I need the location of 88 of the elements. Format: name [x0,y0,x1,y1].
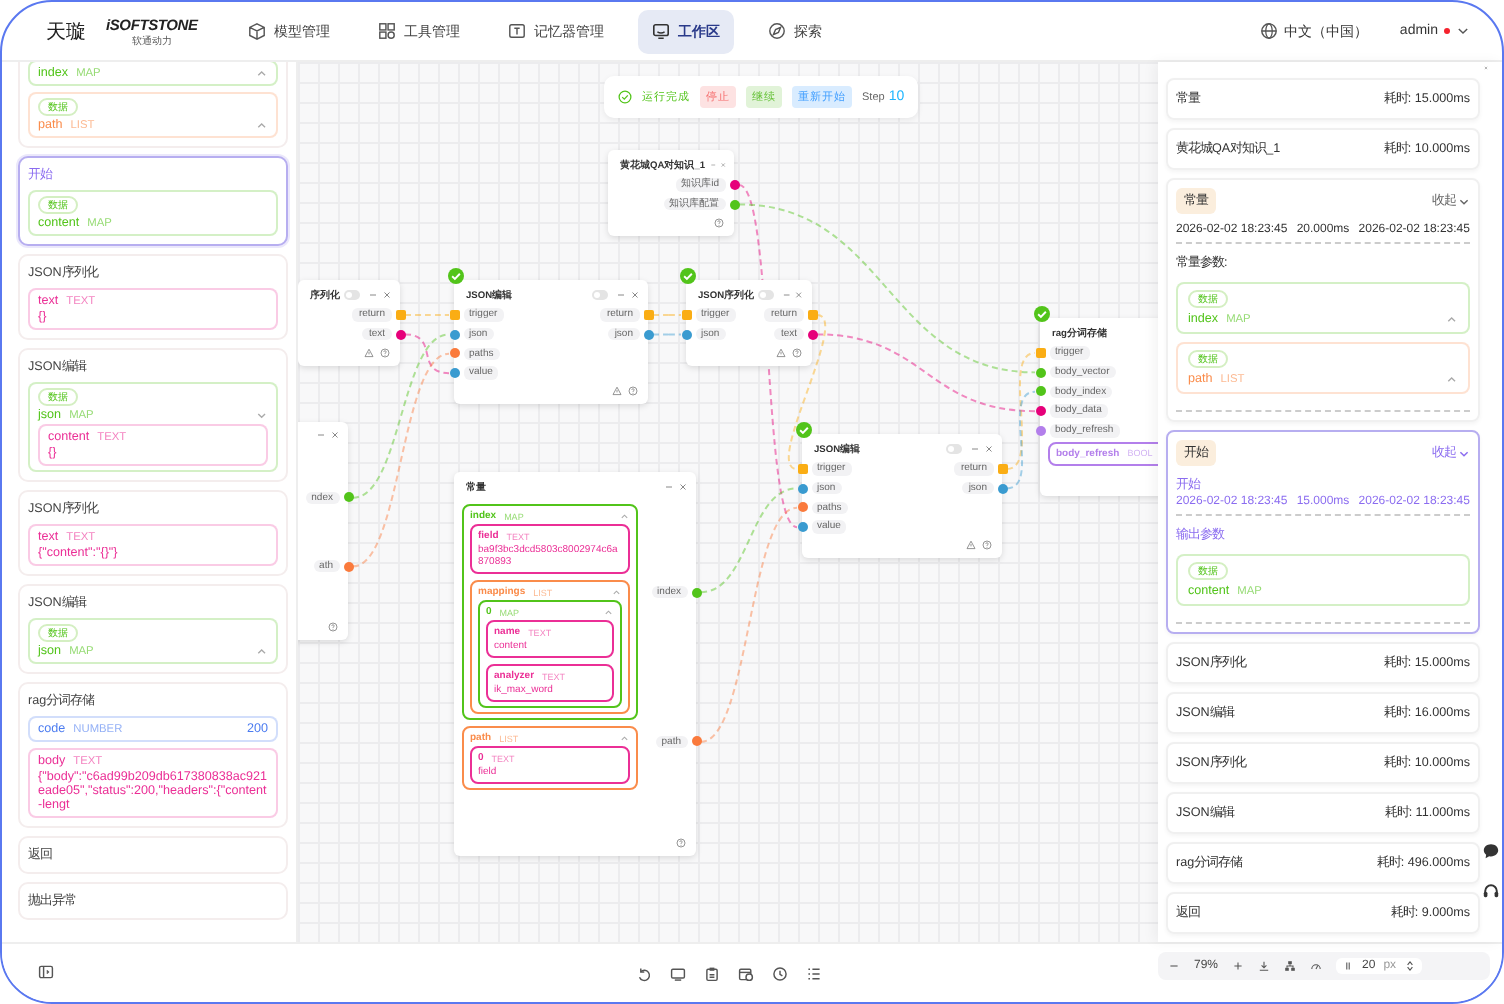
port-dot[interactable] [807,329,817,340]
port-dot[interactable] [1035,425,1045,436]
warning-icon[interactable] [612,386,622,396]
plus-icon[interactable] [1232,959,1245,971]
port-dot[interactable] [797,522,807,533]
download-icon[interactable] [1258,959,1271,971]
close-icon[interactable] [794,290,804,300]
list-icon[interactable] [805,965,821,981]
brand-name: 天璇 [46,19,86,45]
close-icon[interactable] [382,290,392,300]
port-dot[interactable] [1035,367,1045,378]
caret-down-icon [1458,447,1470,459]
port-dot[interactable] [343,561,353,572]
help-icon[interactable] [628,386,638,396]
check-circle-icon [618,90,632,104]
caret-down-icon[interactable] [256,409,268,421]
calendar-icon[interactable] [737,965,753,981]
connector-line [652,314,682,316]
port-dot[interactable] [449,329,459,340]
connector-line [404,314,450,316]
help-icon[interactable] [676,838,686,848]
port-dot[interactable] [997,483,1007,494]
warning-icon[interactable] [966,540,976,550]
globe-icon [1259,22,1278,40]
grid-icon [377,22,396,40]
caret-up-icon[interactable] [620,733,630,743]
port-dot[interactable] [449,348,459,359]
caret-up-icon[interactable] [1446,313,1458,325]
undo-icon[interactable] [635,965,651,981]
port-dot[interactable] [643,329,653,340]
minimize-icon[interactable] [316,430,326,440]
close-icon[interactable] [330,430,340,440]
port-dot[interactable] [797,502,807,513]
monitor-icon[interactable] [669,965,685,981]
toggle-switch[interactable] [758,290,774,300]
cube-icon [247,22,266,40]
compass-icon [767,22,786,40]
stepper-icon[interactable] [1404,959,1417,971]
help-icon[interactable] [714,218,724,228]
status-dot [1444,28,1450,34]
help-icon[interactable] [982,540,992,550]
sidebar-toggle-icon[interactable] [38,963,54,979]
port-dot[interactable] [691,587,701,598]
port-dot[interactable] [729,199,739,210]
port-dot[interactable] [797,483,807,494]
minimize-icon[interactable] [970,444,980,454]
chat-icon[interactable] [1482,842,1500,860]
port-dot[interactable] [729,180,739,190]
port-dot[interactable] [681,329,691,340]
caret-down-icon [1458,195,1470,207]
connector-line [652,333,682,336]
port-dot[interactable] [1035,386,1045,397]
warning-icon[interactable] [364,348,374,358]
tree-icon[interactable] [1284,959,1297,971]
caret-up-icon[interactable] [256,645,268,657]
close-icon[interactable] [984,444,994,454]
toggle-switch[interactable] [592,290,608,300]
grip-icon[interactable] [1342,959,1355,971]
port-dot[interactable] [1035,406,1045,417]
minimize-icon[interactable] [664,482,674,492]
toggle-switch[interactable] [344,290,360,300]
warning-icon[interactable] [776,348,786,358]
caret-up-icon[interactable] [1446,373,1458,385]
note-icon [507,22,526,40]
headset-icon[interactable] [1482,882,1500,900]
port-dot[interactable] [691,736,701,747]
caret-up-icon[interactable] [256,67,268,79]
caret-up-icon[interactable] [256,119,268,131]
help-icon[interactable] [792,348,802,358]
minus-icon[interactable] [1168,959,1180,971]
port-dot[interactable] [343,492,353,503]
caret-up-icon[interactable] [620,511,630,521]
help-icon[interactable] [380,348,390,358]
clipboard-icon[interactable] [703,965,719,981]
minimize-icon[interactable] [368,290,378,300]
port-dot[interactable] [395,329,405,340]
close-icon[interactable] [678,482,688,492]
port-dot[interactable] [449,368,459,379]
gauge-icon[interactable] [1310,959,1323,971]
caret-up-icon[interactable] [612,587,622,597]
minimize-icon[interactable] [616,290,626,300]
minimize-icon[interactable] [781,290,791,300]
close-icon[interactable] [630,290,640,300]
help-icon[interactable] [328,622,338,632]
history-icon[interactable] [771,965,787,981]
monitor-icon [651,22,670,40]
caret-up-icon[interactable] [604,607,614,617]
toggle-switch[interactable] [946,444,962,454]
